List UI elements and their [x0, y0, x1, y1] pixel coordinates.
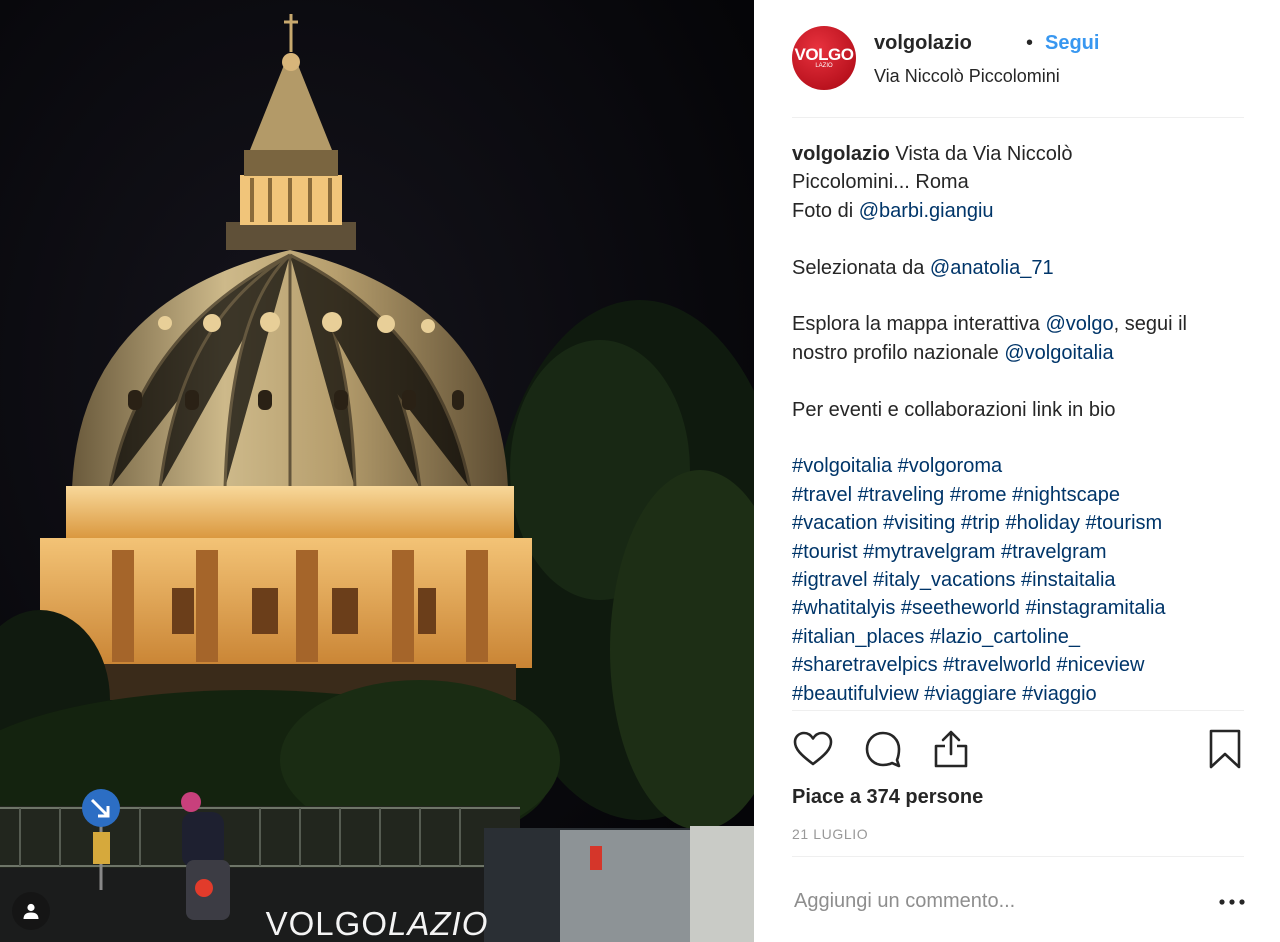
caption-spacer	[792, 225, 1252, 253]
avatar-logo-sub: LAZIO	[815, 63, 833, 69]
hashtag-line[interactable]: #vacation #visiting #trip #holiday #tour…	[792, 512, 1162, 534]
st-peters-dome-night-photo	[0, 0, 754, 942]
caption-text: Selezionata da	[792, 256, 930, 279]
mention-link[interactable]: @volgo	[1045, 313, 1113, 335]
photo-watermark: VOLGOLAZIO	[265, 905, 489, 942]
avatar-logo: VOLGO	[794, 45, 854, 64]
hashtag-line[interactable]: #travel #traveling #rome #nightscape	[792, 484, 1120, 506]
mention-link[interactable]: @barbi.giangiu	[859, 200, 994, 222]
divider	[792, 856, 1244, 857]
hashtag-block: #volgoitalia #volgoroma #travel #traveli…	[792, 452, 1252, 708]
caption-text: Esplora la mappa interattiva	[792, 313, 1046, 336]
hashtag-line[interactable]: #volgoitalia #volgoroma	[792, 455, 1002, 477]
comment-bubble-icon[interactable]	[862, 728, 904, 770]
caption-spacer	[792, 282, 1252, 310]
hashtag-line[interactable]: #whatitalyis #seetheworld #instagramital…	[792, 597, 1166, 619]
person-tag-icon[interactable]	[12, 892, 50, 930]
more-dots-icon	[1219, 899, 1245, 905]
more-options-button[interactable]	[1212, 888, 1252, 916]
post-header: VOLGO LAZIO volgolazio • Segui Via Nicco…	[792, 26, 1244, 118]
caption-username[interactable]: volgolazio	[792, 143, 890, 165]
divider	[792, 710, 1244, 711]
post-details-panel: VOLGO LAZIO volgolazio • Segui Via Nicco…	[754, 0, 1280, 942]
caption-text: Piccolomini... Roma	[792, 171, 969, 194]
hashtag-line[interactable]: #igtravel #italy_vacations #instaitalia	[792, 569, 1116, 591]
location-link[interactable]: Via Niccolò Piccolomini	[874, 66, 1060, 87]
bookmark-icon[interactable]	[1204, 728, 1246, 770]
follow-button[interactable]: Segui	[1045, 32, 1099, 55]
hashtag-line[interactable]: #italian_places #lazio_cartoline_	[792, 626, 1080, 648]
heart-icon[interactable]	[792, 728, 834, 770]
hashtag-line[interactable]: #sharetravelpics #travelworld #niceview	[792, 654, 1144, 676]
mention-link[interactable]: @volgoitalia	[1004, 342, 1113, 364]
separator-dot: •	[1026, 32, 1034, 54]
caption-text: Per eventi e collaborazioni link in bio	[792, 398, 1116, 421]
hashtag-line[interactable]: #beautifulview #viaggiare #viaggio	[792, 683, 1097, 705]
share-icon[interactable]	[930, 728, 972, 770]
hashtag-line[interactable]: #tourist #mytravelgram #travelgram	[792, 541, 1107, 563]
caption-text: , segui il	[1113, 313, 1187, 336]
username-link[interactable]: volgolazio	[874, 32, 972, 55]
caption-spacer	[792, 424, 1252, 452]
likes-count[interactable]: Piace a 374 persone	[792, 786, 983, 809]
action-bar	[792, 728, 1272, 772]
comment-input[interactable]	[794, 886, 1194, 916]
avatar[interactable]: VOLGO LAZIO	[792, 26, 856, 90]
caption-text: Foto di	[792, 199, 859, 222]
mention-link[interactable]: @anatolia_71	[930, 257, 1054, 279]
caption-text: Vista da Via Niccolò	[889, 143, 1073, 165]
post-date: 21 LUGLIO	[792, 826, 869, 842]
caption-spacer	[792, 367, 1252, 395]
post-caption: volgolazio Vista da Via Niccolò Piccolom…	[792, 140, 1252, 708]
post-photo[interactable]: VOLGOLAZIO	[0, 0, 754, 942]
caption-text: nostro profilo nazionale	[792, 341, 1005, 364]
